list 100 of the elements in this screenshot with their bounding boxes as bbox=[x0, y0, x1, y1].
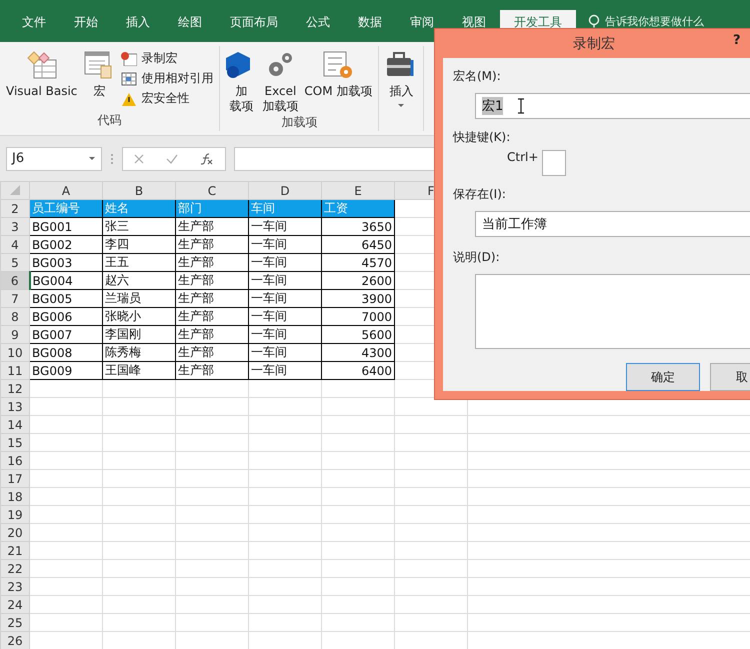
column-header[interactable]: A bbox=[30, 182, 102, 200]
row-header[interactable]: 3 bbox=[0, 218, 30, 236]
table-cell: 5600 bbox=[322, 326, 394, 344]
row-header[interactable]: 19 bbox=[0, 506, 30, 524]
cancel-icon bbox=[134, 154, 144, 164]
column-header[interactable]: C bbox=[176, 182, 248, 200]
table-cell: 生产部 bbox=[176, 272, 248, 290]
name-box[interactable]: J6 bbox=[6, 146, 102, 170]
table-cell: 生产部 bbox=[176, 236, 248, 254]
row-header[interactable]: 9 bbox=[0, 326, 30, 344]
table-cell: 李四 bbox=[102, 236, 176, 254]
table-cell: 兰瑞员 bbox=[102, 290, 176, 308]
field-label: 说明(D): bbox=[453, 249, 500, 266]
column-header[interactable]: D bbox=[248, 182, 322, 200]
table-cell: 工资 bbox=[322, 200, 394, 218]
table-cell: BG003 bbox=[30, 254, 102, 272]
table-cell: 6450 bbox=[322, 236, 394, 254]
dialog-button[interactable]: 取 bbox=[710, 363, 750, 391]
record-icon bbox=[121, 52, 138, 66]
table-cell: 生产部 bbox=[176, 344, 248, 362]
search-icon bbox=[588, 14, 600, 28]
ribbon-button[interactable]: Excel 加载项 bbox=[262, 46, 298, 114]
row-header[interactable]: 14 bbox=[0, 416, 30, 434]
help-button[interactable]: ? bbox=[729, 31, 745, 50]
table-cell: 2600 bbox=[322, 272, 394, 290]
row-header[interactable]: 7 bbox=[0, 290, 30, 308]
text-cursor-icon bbox=[517, 98, 526, 114]
store-in-dropdown[interactable]: 当前工作簿 bbox=[475, 211, 750, 237]
row-header[interactable]: 6 bbox=[0, 272, 30, 290]
ribbon-tab[interactable]: 文件 bbox=[8, 10, 60, 42]
shortcut-key-field[interactable] bbox=[542, 150, 566, 176]
ribbon-button[interactable]: 插入 bbox=[385, 46, 418, 131]
table-cell: 部门 bbox=[176, 200, 248, 218]
ribbon-tab[interactable]: 公式 bbox=[292, 10, 344, 42]
row-header[interactable]: 12 bbox=[0, 380, 30, 398]
ribbon-tab[interactable]: 审阅 bbox=[396, 10, 448, 42]
table-cell: 一车间 bbox=[248, 236, 322, 254]
ribbon-command[interactable]: 录制宏 bbox=[121, 50, 214, 67]
row-header[interactable]: 2 bbox=[0, 200, 30, 218]
table-cell: BG004 bbox=[30, 272, 102, 290]
ribbon-tab[interactable]: 页面布局 bbox=[216, 10, 292, 42]
ribbon-tab[interactable]: 插入 bbox=[112, 10, 164, 42]
row-header[interactable]: 15 bbox=[0, 434, 30, 452]
row-header[interactable]: 23 bbox=[0, 578, 30, 596]
table-cell: 一车间 bbox=[248, 344, 322, 362]
group-label: 加载项 bbox=[281, 114, 318, 131]
field-label: 宏名(M): bbox=[453, 68, 501, 85]
row-header[interactable]: 5 bbox=[0, 254, 30, 272]
check-icon bbox=[166, 154, 178, 164]
row-header[interactable]: 17 bbox=[0, 470, 30, 488]
ribbon-command[interactable]: 宏安全性 bbox=[121, 90, 214, 107]
row-header[interactable]: 24 bbox=[0, 596, 30, 614]
table-cell: 生产部 bbox=[176, 290, 248, 308]
ribbon-tab[interactable]: 开始 bbox=[60, 10, 112, 42]
row-header[interactable]: 18 bbox=[0, 488, 30, 506]
macro-name-field[interactable]: 宏1 bbox=[475, 93, 750, 119]
column-header[interactable]: E bbox=[322, 182, 394, 200]
row-header[interactable]: 26 bbox=[0, 632, 30, 649]
table-cell: 生产部 bbox=[176, 326, 248, 344]
table-cell: BG006 bbox=[30, 308, 102, 326]
table-cell: 4300 bbox=[322, 344, 394, 362]
table-cell: BG005 bbox=[30, 290, 102, 308]
ribbon-button[interactable]: Visual Basic bbox=[6, 46, 78, 112]
row-header[interactable]: 11 bbox=[0, 362, 30, 380]
ribbon-button[interactable]: 宏 bbox=[83, 46, 116, 112]
column-header[interactable]: B bbox=[102, 182, 176, 200]
row-header[interactable]: 4 bbox=[0, 236, 30, 254]
select-all-corner[interactable] bbox=[0, 182, 30, 200]
table-cell: 生产部 bbox=[176, 308, 248, 326]
row-header[interactable]: 16 bbox=[0, 452, 30, 470]
triangle-icon bbox=[10, 184, 20, 194]
ribbon-tab[interactable]: 数据 bbox=[344, 10, 396, 42]
table-cell: 王五 bbox=[102, 254, 176, 272]
table-cell: 生产部 bbox=[176, 218, 248, 236]
ribbon-tab[interactable]: 绘图 bbox=[164, 10, 216, 42]
table-cell: 3900 bbox=[322, 290, 394, 308]
ribbon-button[interactable]: 加 载项 bbox=[226, 46, 256, 114]
ribbon-command[interactable]: 使用相对引用 bbox=[121, 70, 214, 87]
table-cell: 赵六 bbox=[102, 272, 176, 290]
row-header[interactable]: 13 bbox=[0, 398, 30, 416]
dialog-title: 录制宏 bbox=[573, 34, 615, 52]
field-label: 快捷键(K): bbox=[453, 129, 510, 146]
ribbon-button[interactable]: COM 加载项 bbox=[304, 46, 372, 114]
table-cell: 车间 bbox=[248, 200, 322, 218]
dialog-button[interactable]: 确定 bbox=[626, 363, 700, 391]
table-cell: 一车间 bbox=[248, 254, 322, 272]
grip-icon bbox=[110, 152, 114, 166]
table-diamond-icon bbox=[26, 50, 58, 80]
description-field[interactable] bbox=[475, 274, 750, 349]
row-header[interactable]: 25 bbox=[0, 614, 30, 632]
row-header[interactable]: 10 bbox=[0, 344, 30, 362]
warning-icon bbox=[121, 92, 138, 106]
row-header[interactable]: 20 bbox=[0, 524, 30, 542]
row-header[interactable]: 8 bbox=[0, 308, 30, 326]
row-header[interactable]: 22 bbox=[0, 560, 30, 578]
table-cell: 一车间 bbox=[248, 272, 322, 290]
table-cell: 3650 bbox=[322, 218, 394, 236]
row-header[interactable]: 21 bbox=[0, 542, 30, 560]
table-cell: 李国刚 bbox=[102, 326, 176, 344]
function-icon bbox=[200, 152, 214, 164]
